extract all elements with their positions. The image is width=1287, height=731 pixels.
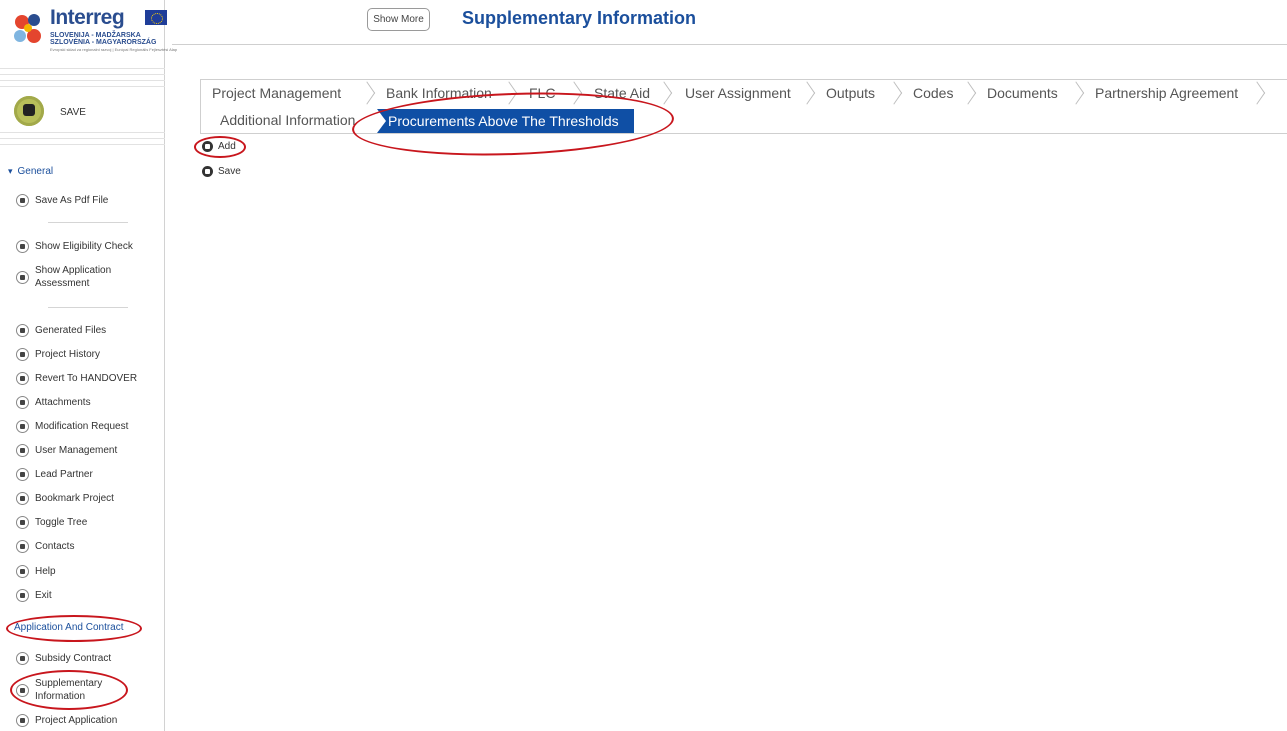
add-icon [202,141,213,152]
sidebar-item-label: Save As Pdf File [35,195,109,206]
add-button-label: Add [218,141,236,152]
contacts-icon [16,540,29,553]
sidebar: Interreg SLOVENIJA - MADŽARSKA SZLOVÉNIA… [0,0,177,731]
sidebar-item-label: Bookmark Project [35,493,114,504]
tab-separator [1256,82,1266,104]
help-icon [16,565,29,578]
flag-icon [16,271,29,284]
sidebar-item-generated-files[interactable]: Generated Files [16,324,106,337]
tree-icon [16,516,29,529]
sidebar-item-attachments[interactable]: Attachments [16,396,91,409]
show-more-button[interactable]: Show More [367,8,430,31]
sidebar-divider [48,222,128,223]
tab-bank-information[interactable]: Bank Information [386,85,492,101]
sidebar-item-project-history[interactable]: Project History [16,348,100,361]
logo-subtitle-1: SLOVENIJA - MADŽARSKA [50,32,141,39]
sidebar-item-label: Revert To HANDOVER [35,373,138,384]
save-button[interactable]: Save [202,166,241,177]
file-icon [16,324,29,337]
tab-separator [806,82,816,104]
sidebar-item-project-application[interactable]: Project Application [16,714,117,727]
sidebar-item-label: Project Application [35,715,118,726]
logo-wordmark: Interreg [50,6,125,29]
tab-documents[interactable]: Documents [987,85,1058,101]
sidebar-item-label: User Management [35,445,118,456]
interreg-logo[interactable]: Interreg SLOVENIJA - MADŽARSKA SZLOVÉNIA… [10,6,177,60]
history-icon [16,348,29,361]
tab-user-assignment[interactable]: User Assignment [685,85,791,101]
sidebar-item-show-application-assessment[interactable]: Show Application Assessment [16,264,136,290]
flag-icon [16,240,29,253]
tab-flc[interactable]: FLC [529,85,555,101]
sidebar-item-label: Lead Partner [35,469,93,480]
revert-icon [16,372,29,385]
logo-subtitle-3: Evropski sklad za regionalni razvoj | Eu… [50,47,178,52]
attachment-icon [16,396,29,409]
header-divider [172,44,1287,45]
sidebar-item-subsidy-contract[interactable]: Subsidy Contract [16,652,111,665]
sidebar-item-label: Show Eligibility Check [35,241,133,252]
sidebar-item-revert-to-handover[interactable]: Revert To HANDOVER [16,372,137,385]
sidebar-section-application-and-contract[interactable]: Application And Contract [14,622,124,633]
sidebar-item-contacts[interactable]: Contacts [16,540,74,553]
sidebar-divider [48,307,128,308]
bookmark-icon [16,492,29,505]
sidebar-item-user-management[interactable]: User Management [16,444,117,457]
sidebar-item-toggle-tree[interactable]: Toggle Tree [16,516,87,529]
interreg-logo-icon [14,14,41,43]
save-icon [202,166,213,177]
sidebar-item-label: Toggle Tree [35,517,88,528]
page-title: Supplementary Information [462,8,697,28]
pdf-icon [16,194,29,207]
sidebar-item-label: Help [35,566,56,577]
sidebar-save-button[interactable]: SAVE [60,107,86,118]
building-icon [16,420,29,433]
sidebar-item-label: Contacts [35,541,75,552]
save-button-label: Save [218,166,241,177]
tab-project-management[interactable]: Project Management [212,85,341,101]
sidebar-item-modification-request[interactable]: Modification Request [16,420,128,433]
sidebar-item-label: Exit [35,590,52,601]
tab-partnership-agreement[interactable]: Partnership Agreement [1095,85,1238,101]
sidebar-item-show-eligibility-check[interactable]: Show Eligibility Check [16,240,133,253]
eu-flag-icon [145,10,167,25]
tab-additional-information[interactable]: Additional Information [220,112,355,128]
sidebar-item-label: Project History [35,349,101,360]
sidebar-item-supplementary-information[interactable]: Supplementary Information [16,677,126,703]
sidebar-item-label: Subsidy Contract [35,653,112,664]
add-button[interactable]: Add [202,141,236,152]
tab-separator [893,82,903,104]
sidebar-item-label: Modification Request [35,421,129,432]
tab-outputs[interactable]: Outputs [826,85,875,101]
info-icon [16,684,29,697]
sidebar-section-general[interactable]: General [8,166,54,177]
tab-separator [366,82,376,104]
sidebar-item-bookmark-project[interactable]: Bookmark Project [16,492,114,505]
contract-icon [16,652,29,665]
sidebar-item-help[interactable]: Help [16,565,56,578]
logo-subtitle-2: SZLOVÉNIA - MAGYARORSZÁG [50,39,157,46]
tab-separator [573,82,583,104]
tab-separator [508,82,518,104]
user-icon [16,468,29,481]
building-icon [16,714,29,727]
save-lock-icon[interactable] [14,96,44,126]
tab-state-aid[interactable]: State Aid [594,85,650,101]
sidebar-item-label: Show Application Assessment [35,265,112,289]
tab-procurements-above-thresholds[interactable]: Procurements Above The Thresholds [377,109,634,133]
exit-icon [16,589,29,602]
sidebar-item-label: Attachments [35,397,91,408]
sidebar-item-save-as-pdf[interactable]: Save As Pdf File [16,194,108,207]
sidebar-item-label: Generated Files [35,325,107,336]
sidebar-item-exit[interactable]: Exit [16,589,52,602]
sidebar-item-label: Supplementary Information [35,678,103,702]
user-icon [16,444,29,457]
sidebar-item-lead-partner[interactable]: Lead Partner [16,468,93,481]
tab-separator [663,82,673,104]
tab-separator [1075,82,1085,104]
tab-separator [967,82,977,104]
tab-codes[interactable]: Codes [913,85,953,101]
